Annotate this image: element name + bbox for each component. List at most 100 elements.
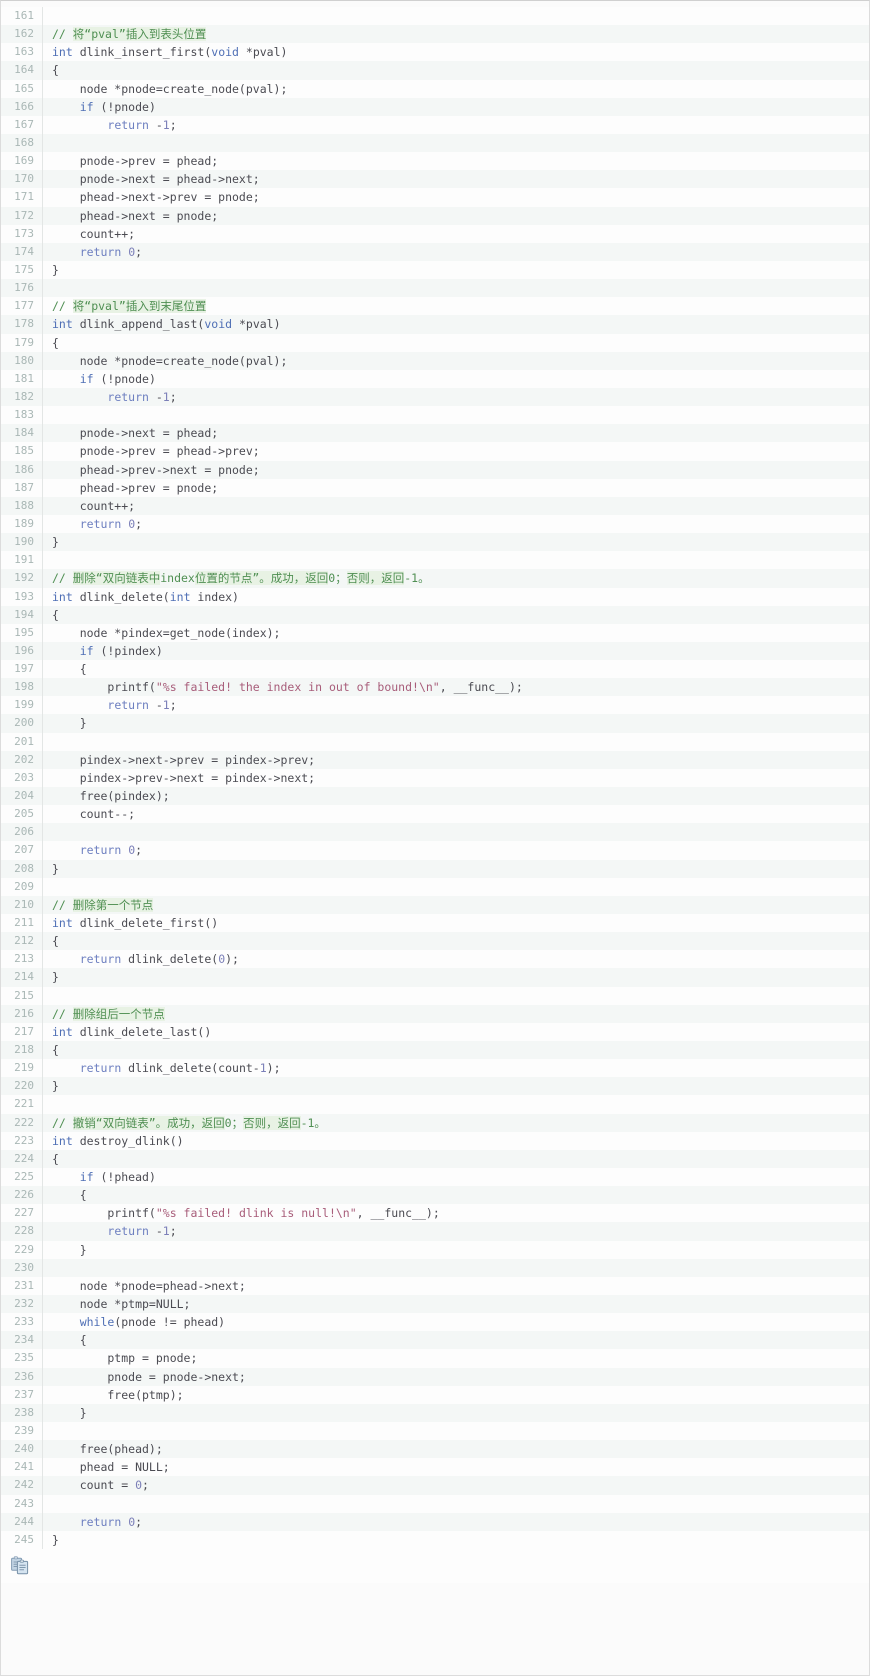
line-number: 171 xyxy=(1,188,43,207)
code-line-content: // 删除“双向链表中index位置的节点”。成功，返回0；否则，返回-1。 xyxy=(43,569,869,587)
line-number: 206 xyxy=(1,823,43,842)
code-line-content: { xyxy=(43,1150,869,1168)
code-token: 删除第一个节点 xyxy=(72,897,154,912)
code-line: 203 pindex->prev->next = pindex->next; xyxy=(1,768,869,788)
line-number: 176 xyxy=(1,279,43,298)
code-token: // xyxy=(52,897,73,912)
code-token: int xyxy=(52,45,73,60)
code-line: 225 if (!phead) xyxy=(1,1168,869,1187)
code-token: ); xyxy=(225,952,239,967)
code-token: return xyxy=(79,516,122,531)
code-line-content: pnode->prev = phead; xyxy=(43,152,869,170)
code-token: // xyxy=(52,1115,73,1130)
code-token: 位置的节点”。成功， xyxy=(194,571,306,586)
code-token: return xyxy=(107,1224,149,1239)
code-token: return xyxy=(107,389,149,404)
code-token: return xyxy=(79,843,122,858)
code-line: 168 xyxy=(1,133,869,153)
line-number: 169 xyxy=(1,152,43,171)
code-line: 166 if (!pnode) xyxy=(1,97,869,116)
line-number: 193 xyxy=(1,587,43,606)
code-token: return xyxy=(79,952,122,967)
code-line-content: { xyxy=(43,1331,869,1349)
code-line: 176 xyxy=(1,279,869,298)
line-number: 165 xyxy=(1,79,43,98)
code-token: -1。 xyxy=(300,1115,326,1130)
code-line: 227 printf("%s failed! dlink is null!\n"… xyxy=(1,1204,869,1223)
line-number: 240 xyxy=(1,1440,43,1459)
code-token: while xyxy=(79,1315,115,1330)
code-line-content: int dlink_insert_first(void *pval) xyxy=(43,43,869,61)
code-line: 240 free(phead); xyxy=(1,1440,869,1459)
code-line: 190} xyxy=(1,533,869,552)
code-line: 241 phead = NULL; xyxy=(1,1458,869,1477)
code-token: ; xyxy=(135,516,143,531)
code-line-content: printf("%s failed! the index in out of b… xyxy=(43,678,869,696)
code-token: dlink_delete_last() xyxy=(72,1024,212,1039)
code-line-content: } xyxy=(43,860,869,878)
code-token: ; xyxy=(135,843,143,858)
code-line: 213 return dlink_delete(0); xyxy=(1,950,869,969)
line-number: 226 xyxy=(1,1186,43,1205)
code-line: 165 node *pnode=create_node(pval); xyxy=(1,79,869,98)
copy-to-clipboard-icon[interactable] xyxy=(11,1556,30,1575)
code-token: { xyxy=(52,934,59,949)
line-number: 168 xyxy=(1,133,43,153)
code-token: } xyxy=(52,1242,87,1257)
code-line-content: return dlink_delete(0); xyxy=(43,950,869,968)
line-number: 202 xyxy=(1,750,43,769)
line-number: 192 xyxy=(1,569,43,588)
line-number: 239 xyxy=(1,1421,43,1441)
code-line-content: { xyxy=(43,932,869,950)
code-line: 196 if (!pindex) xyxy=(1,641,869,661)
code-token: if xyxy=(79,371,94,386)
line-number: 221 xyxy=(1,1095,43,1114)
code-token: } xyxy=(52,716,87,731)
code-token: count++; xyxy=(52,226,136,241)
code-line: 199 return -1; xyxy=(1,696,869,715)
code-line-content: int dlink_delete(int index) xyxy=(43,588,869,606)
line-number: 217 xyxy=(1,1022,43,1042)
code-line-content: pnode->next = phead; xyxy=(43,424,869,442)
code-line-content xyxy=(43,134,869,152)
code-block-viewer[interactable]: 161 162// 将“pval”插入到表头位置 163 int dlink_ins… xyxy=(0,0,870,1676)
code-token: ; xyxy=(169,698,177,713)
code-token: void xyxy=(204,317,233,332)
code-token: node *pnode=phead->next; xyxy=(52,1278,246,1293)
line-number: 179 xyxy=(1,333,43,352)
code-line-content: node *ptmp=NULL; xyxy=(43,1295,869,1313)
code-line-content: count++; xyxy=(43,497,869,515)
line-number: 199 xyxy=(1,696,43,715)
code-line: 193 int dlink_delete(int index) xyxy=(1,587,869,606)
code-line-content: free(phead); xyxy=(43,1440,869,1458)
code-token: return xyxy=(79,244,122,259)
line-number: 245 xyxy=(1,1530,43,1549)
line-number: 198 xyxy=(1,678,43,697)
code-line-content xyxy=(43,1495,869,1513)
line-number: 180 xyxy=(1,351,43,370)
code-line: 208} xyxy=(1,859,869,878)
code-line: 182 return -1; xyxy=(1,387,869,407)
code-line: 194 { xyxy=(1,605,869,624)
code-line-content: pnode->next = phead->next; xyxy=(43,170,869,188)
code-token: ); xyxy=(266,1061,281,1076)
code-token: ; xyxy=(169,1224,177,1239)
line-number: 242 xyxy=(1,1476,43,1495)
line-number: 244 xyxy=(1,1512,43,1531)
code-line: 220} xyxy=(1,1077,869,1096)
line-number: 175 xyxy=(1,260,43,280)
code-line: 192// 删除“双向链表中index位置的节点”。成功，返回0；否则，返回-1… xyxy=(1,569,869,588)
line-number: 203 xyxy=(1,768,43,788)
code-line: 242 count = 0; xyxy=(1,1476,869,1495)
code-line-content: int destroy_dlink() xyxy=(43,1132,869,1150)
code-line: 173 count++; xyxy=(1,224,869,243)
line-number: 190 xyxy=(1,533,43,552)
code-line-content xyxy=(43,1095,869,1113)
line-number: 188 xyxy=(1,496,43,515)
line-number: 232 xyxy=(1,1294,43,1314)
code-line-content: } xyxy=(43,1077,869,1095)
